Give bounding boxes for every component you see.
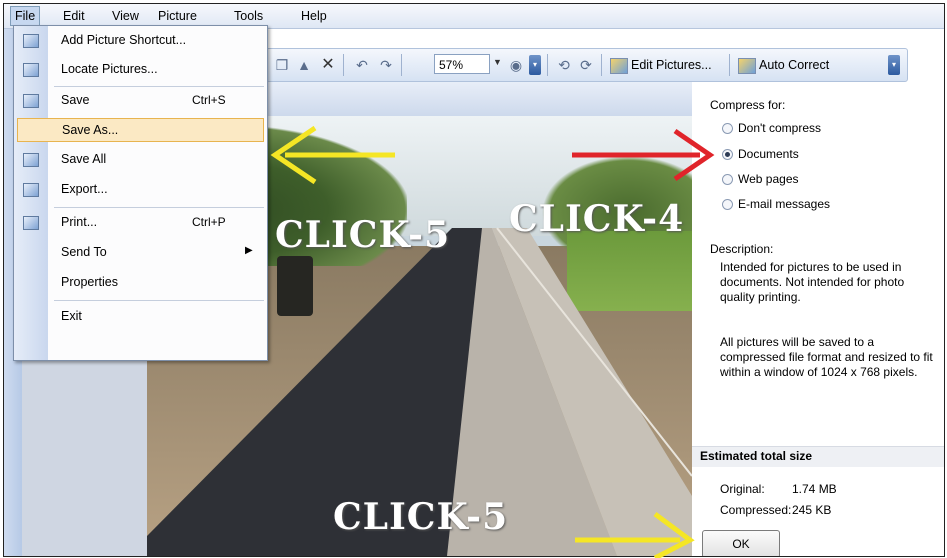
toolbar-options-icon[interactable]: ▾ — [888, 55, 900, 75]
click-5-label-left: CLICK-5 — [275, 214, 451, 256]
paste-icon[interactable]: ▲ — [295, 56, 313, 74]
menu-item-properties[interactable]: Properties — [14, 271, 267, 295]
photo-stump — [277, 256, 313, 316]
rotate-left-icon[interactable]: ⟲ — [555, 56, 573, 74]
delete-icon[interactable]: ✕ — [319, 56, 337, 74]
radio-selected-icon[interactable] — [722, 149, 733, 160]
ok-button[interactable]: OK — [702, 530, 780, 556]
menu-separator — [54, 86, 264, 87]
save-icon — [23, 94, 39, 108]
compressed-size-row: Compressed: 245 KB — [720, 503, 832, 517]
estimated-size-header: Estimated total size — [692, 446, 944, 467]
chevron-down-icon[interactable]: ▼ — [493, 57, 502, 67]
radio-icon[interactable] — [722, 123, 733, 134]
menu-file[interactable]: File — [10, 6, 41, 26]
file-menu: Add Picture Shortcut... Locate Pictures.… — [13, 25, 268, 361]
menu-separator — [54, 300, 264, 301]
compressed-size-value: 245 KB — [792, 503, 832, 517]
locate-icon — [23, 63, 39, 77]
edit-pictures-label: Edit Pictures... — [631, 58, 712, 72]
description-detail-text: All pictures will be saved to a compress… — [720, 335, 933, 379]
zoom-select[interactable]: 57% — [434, 54, 490, 74]
menu-edit[interactable]: Edit — [59, 7, 89, 25]
menu-tools[interactable]: Tools — [230, 7, 267, 25]
copy-icon[interactable]: ❐ — [273, 56, 291, 74]
app-window: File Edit View Picture Tools Help ❐ ▲ ✕ … — [3, 3, 945, 557]
compress-pictures-panel: Compress for: Don't compress Documents W… — [692, 88, 944, 556]
menu-item-locate-pictures[interactable]: Locate Pictures... — [14, 58, 267, 82]
menu-item-save[interactable]: Save Ctrl+S — [14, 89, 267, 113]
menu-item-save-as[interactable]: Save As... — [17, 118, 264, 142]
original-size-value: 1.74 MB — [792, 482, 837, 496]
menu-item-add-picture-shortcut[interactable]: Add Picture Shortcut... — [14, 29, 267, 53]
submenu-arrow-icon: ▶ — [245, 245, 253, 256]
menu-item-save-all[interactable]: Save All — [14, 148, 267, 172]
auto-correct-label: Auto Correct — [759, 58, 830, 72]
menu-view[interactable]: View — [108, 7, 143, 25]
menu-help[interactable]: Help — [297, 7, 331, 25]
radio-icon[interactable] — [722, 174, 733, 185]
toolbar: ❐ ▲ ✕ ↶ ↷ 57% ▼ ◉ ▾ ⟲ ⟳ Edit Pictures...… — [266, 48, 908, 82]
toolbar-separator — [601, 54, 602, 76]
click-4-label: CLICK-4 — [509, 198, 685, 240]
original-size-row: Original: 1.74 MB — [720, 482, 837, 496]
menu-item-print[interactable]: Print... Ctrl+P — [14, 211, 267, 235]
toolbar-separator — [729, 54, 730, 76]
print-icon — [23, 216, 39, 230]
menu-item-exit[interactable]: Exit — [14, 305, 267, 329]
menu-picture[interactable]: Picture — [154, 7, 201, 25]
toolbar-options-icon[interactable]: ▾ — [529, 55, 541, 75]
auto-correct-button[interactable]: Auto Correct — [735, 54, 832, 76]
description-label: Description: — [710, 242, 774, 256]
help-icon[interactable]: ◉ — [507, 56, 525, 74]
auto-correct-icon — [738, 57, 756, 74]
undo-icon[interactable]: ↶ — [353, 56, 371, 74]
compress-for-label: Compress for: — [710, 98, 786, 112]
export-icon — [23, 183, 39, 197]
menu-item-export[interactable]: Export... — [14, 178, 267, 202]
edit-pictures-icon — [610, 57, 628, 74]
edit-pictures-button[interactable]: Edit Pictures... — [607, 54, 715, 76]
click-5-label-bottom: CLICK-5 — [333, 496, 509, 538]
add-shortcut-icon — [23, 34, 39, 48]
toolbar-separator — [343, 54, 344, 76]
toolbar-separator — [401, 54, 402, 76]
toolbar-separator — [547, 54, 548, 76]
description-text: Intended for pictures to be used in docu… — [720, 260, 905, 304]
rotate-right-icon[interactable]: ⟳ — [577, 56, 595, 74]
radio-icon[interactable] — [722, 199, 733, 210]
menu-item-send-to[interactable]: Send To ▶ — [14, 241, 267, 265]
save-all-icon — [23, 153, 39, 167]
menu-separator — [54, 207, 264, 208]
redo-icon[interactable]: ↷ — [377, 56, 395, 74]
